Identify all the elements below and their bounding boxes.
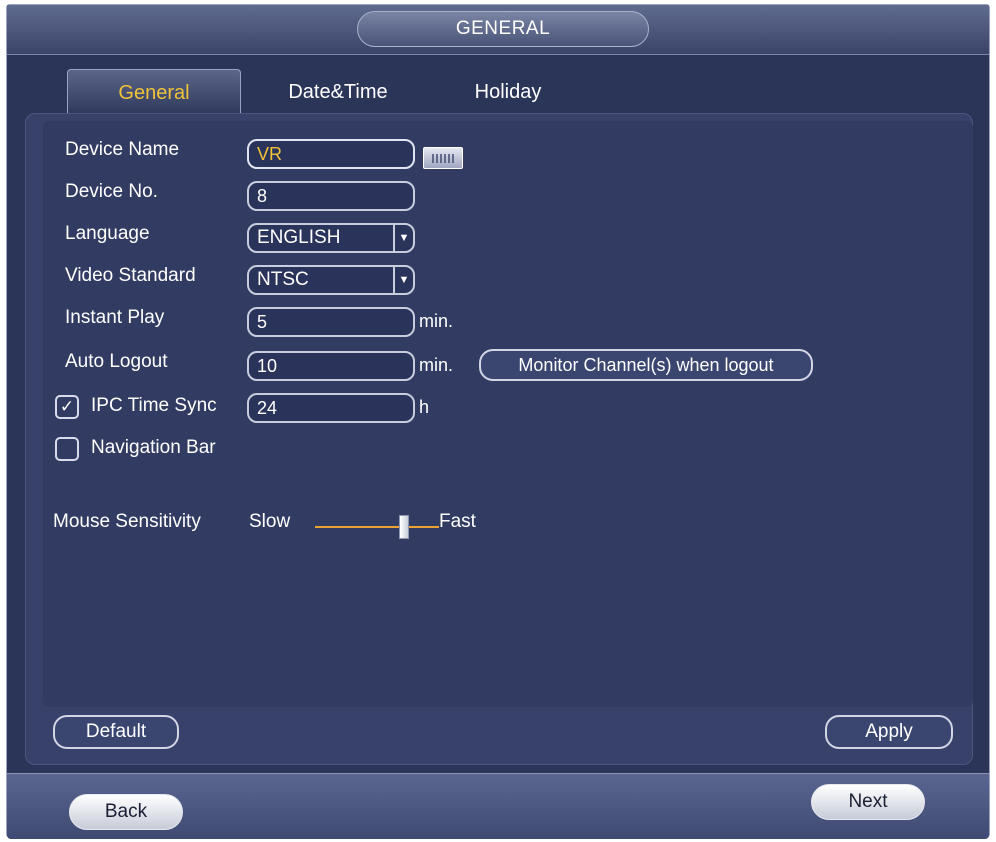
- ipc-time-sync-unit: h: [419, 397, 430, 417]
- window-title: GENERAL: [357, 11, 649, 47]
- instant-play-label: Instant Play: [65, 307, 165, 328]
- instant-play-input[interactable]: 5: [247, 307, 415, 337]
- video-standard-select[interactable]: NTSC ▼: [247, 265, 415, 295]
- ipc-time-sync-label: IPC Time Sync: [91, 395, 217, 416]
- keyboard-icon[interactable]: [423, 147, 463, 169]
- device-no-label: Device No.: [65, 181, 158, 202]
- mouse-sensitivity-slider-track[interactable]: [315, 526, 439, 528]
- mouse-sensitivity-slider-handle[interactable]: [399, 515, 409, 539]
- checkmark-icon: ✓: [59, 397, 75, 416]
- slider-fast-label: Fast: [439, 511, 476, 532]
- auto-logout-unit: min.: [419, 355, 454, 375]
- chevron-down-icon[interactable]: ▼: [393, 267, 413, 293]
- tab-general[interactable]: General: [67, 69, 241, 115]
- monitor-channels-button[interactable]: Monitor Channel(s) when logout: [479, 349, 813, 381]
- language-label: Language: [65, 223, 150, 244]
- navigation-bar-label: Navigation Bar: [91, 437, 216, 458]
- back-button[interactable]: Back: [69, 794, 183, 830]
- ipc-time-sync-input[interactable]: 24: [247, 393, 415, 423]
- device-no-input[interactable]: 8: [247, 181, 415, 211]
- mouse-sensitivity-label: Mouse Sensitivity: [53, 511, 201, 532]
- next-button[interactable]: Next: [811, 784, 925, 820]
- apply-button[interactable]: Apply: [825, 715, 953, 749]
- language-value: ENGLISH: [257, 227, 341, 248]
- navigation-bar-checkbox[interactable]: [55, 437, 79, 461]
- device-name-label: Device Name: [65, 139, 180, 160]
- bottom-bar: Back Next: [7, 773, 989, 839]
- general-settings-window: GENERAL General Date&Time Holiday Device…: [6, 4, 990, 839]
- tab-date-time[interactable]: Date&Time: [273, 69, 403, 115]
- ipc-time-sync-checkbox[interactable]: ✓: [55, 395, 79, 419]
- slider-slow-label: Slow: [249, 511, 291, 532]
- chevron-down-icon[interactable]: ▼: [393, 225, 413, 251]
- device-name-input[interactable]: VR: [247, 139, 415, 169]
- tab-holiday[interactable]: Holiday: [453, 69, 563, 115]
- default-button[interactable]: Default: [53, 715, 179, 749]
- instant-play-unit: min.: [419, 311, 454, 331]
- language-select[interactable]: ENGLISH ▼: [247, 223, 415, 253]
- video-standard-value: NTSC: [257, 269, 309, 290]
- title-bar: GENERAL: [7, 5, 989, 55]
- auto-logout-label: Auto Logout: [65, 351, 168, 372]
- video-standard-label: Video Standard: [65, 265, 196, 286]
- auto-logout-input[interactable]: 10: [247, 351, 415, 381]
